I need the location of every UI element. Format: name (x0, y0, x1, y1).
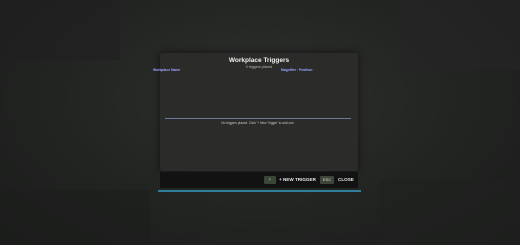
column-header-magnifier-position: Magnifier · Position (281, 68, 313, 72)
background-scenery (380, 180, 520, 245)
list-divider (165, 118, 351, 119)
footer-accent-line (158, 190, 361, 192)
new-trigger-button[interactable]: + NEW TRIGGER (279, 176, 316, 184)
background-scenery (0, 190, 150, 245)
dialog-title: Workplace Triggers (228, 57, 290, 64)
new-trigger-key-hint[interactable]: F (264, 176, 276, 184)
close-key-hint[interactable]: ESC (320, 176, 334, 184)
trigger-count: 0 triggers placed (245, 65, 273, 69)
empty-list-message: No triggers placed. Click '+ New Trigger… (221, 121, 295, 125)
background-scenery (400, 0, 520, 70)
column-header-workplace-name: Workplace Name (153, 68, 181, 72)
triggers-dialog: Workplace Triggers 0 triggers placed (160, 53, 358, 171)
close-button[interactable]: CLOSE (338, 176, 354, 184)
background-scenery (0, 0, 120, 60)
